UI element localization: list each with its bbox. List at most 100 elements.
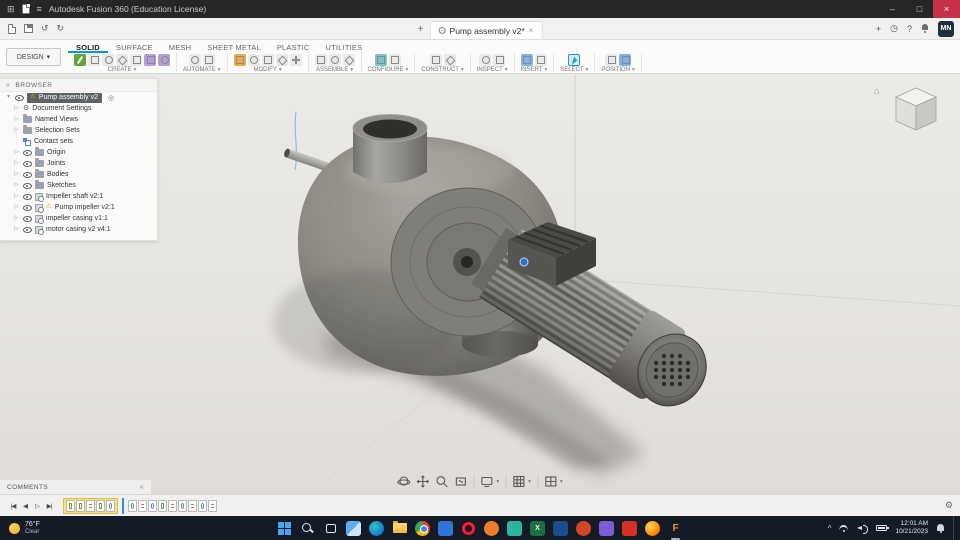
visibility-eye-icon[interactable] xyxy=(23,149,32,156)
display-settings-caret[interactable]: ▾ xyxy=(496,479,499,485)
extensions-icon[interactable]: + xyxy=(876,24,881,34)
position-tool-icon[interactable] xyxy=(605,53,618,66)
shell-tool-icon[interactable] xyxy=(261,53,274,66)
visibility-eye-icon[interactable] xyxy=(23,204,32,211)
show-desktop-sliver[interactable] xyxy=(953,516,955,540)
press-pull-icon[interactable] xyxy=(233,53,246,66)
pan-icon[interactable] xyxy=(416,475,430,488)
menu-icon[interactable]: ≡ xyxy=(37,4,42,14)
construction-plane-icon[interactable] xyxy=(429,53,442,66)
insert-group-label[interactable]: INSERT xyxy=(521,67,543,73)
pinned-app-icon[interactable] xyxy=(484,520,499,536)
tab-utilities[interactable]: UTILITIES xyxy=(318,42,371,53)
browser-item-sketches[interactable]: ▷ Sketches xyxy=(0,180,157,191)
box-tool-icon[interactable] xyxy=(88,53,100,66)
timeline-skip-start-button[interactable]: |◀ xyxy=(7,502,19,510)
view-cube-graphic[interactable] xyxy=(888,84,944,136)
timeline-scrubber[interactable] xyxy=(122,497,124,514)
undo-icon[interactable]: ↺ xyxy=(41,24,49,33)
construction-axis-icon[interactable] xyxy=(443,53,456,66)
file-menu-icon[interactable] xyxy=(8,23,16,34)
tree-expand-icon[interactable]: ▷ xyxy=(13,160,20,167)
browser-item-label[interactable]: Sketches xyxy=(47,182,76,189)
browser-item-bodies[interactable]: ▷ Bodies xyxy=(0,169,157,180)
measure-tool-icon[interactable] xyxy=(479,53,492,66)
app-grid-icon[interactable]: ⊞ xyxy=(7,4,15,14)
browser-item-label[interactable]: Pump impeller v2:1 xyxy=(55,204,115,211)
tree-expand-icon[interactable]: ▷ xyxy=(13,215,20,222)
tree-expand-icon[interactable]: ▷ xyxy=(13,105,20,112)
edge-browser-icon[interactable] xyxy=(369,520,384,536)
new-document-tab-icon[interactable]: + xyxy=(418,24,424,35)
help-icon[interactable]: ? xyxy=(907,24,912,34)
tab-solid[interactable]: SOLID xyxy=(68,42,108,53)
tree-expand-icon[interactable]: ▷ xyxy=(13,171,20,178)
taskbar-clock[interactable]: 12:01 AM 10/21/2023 xyxy=(895,520,928,536)
combine-tool-icon[interactable] xyxy=(275,53,288,66)
timeline-feature[interactable] xyxy=(128,499,137,512)
document-tab[interactable]: Pump assembly v2* × xyxy=(429,21,543,39)
viewports-caret[interactable]: ▾ xyxy=(560,479,563,485)
root-component-label[interactable]: Pump assembly v2 xyxy=(39,94,98,101)
document-tab-close-icon[interactable]: × xyxy=(529,26,534,35)
visibility-eye-icon[interactable] xyxy=(23,171,32,178)
redo-icon[interactable]: ↻ xyxy=(57,24,65,33)
job-status-icon[interactable]: ◷ xyxy=(890,23,898,34)
file-icon[interactable] xyxy=(21,4,30,14)
configuration-tool-icon[interactable] xyxy=(374,53,387,66)
browser-item-label[interactable]: Joints xyxy=(47,160,65,167)
user-avatar[interactable]: MN xyxy=(938,20,954,37)
grid-settings-icon[interactable] xyxy=(512,475,525,488)
volume-icon[interactable] xyxy=(857,524,869,534)
visibility-eye-icon[interactable] xyxy=(23,193,32,200)
tab-plastic[interactable]: PLASTIC xyxy=(269,42,318,53)
minimize-button[interactable]: – xyxy=(879,0,906,18)
timeline-feature[interactable] xyxy=(178,499,187,512)
file-explorer-icon[interactable] xyxy=(392,521,407,536)
browser-item-label[interactable]: Origin xyxy=(47,149,66,156)
save-icon[interactable] xyxy=(24,24,33,33)
browser-item-label[interactable]: Contact sets xyxy=(34,138,73,145)
browser-item-label[interactable]: Bodies xyxy=(47,171,68,178)
taskbar-weather-widget[interactable]: 76°F Clear xyxy=(0,521,49,535)
orbit-icon[interactable] xyxy=(397,475,411,488)
tree-expand-icon[interactable]: ▷ xyxy=(13,127,20,134)
widgets-button[interactable] xyxy=(346,520,361,536)
browser-root-row[interactable]: ▾ ⚠ Pump assembly v2 ◎ xyxy=(0,92,157,103)
select-tool-icon[interactable] xyxy=(568,53,581,66)
grid-settings-caret[interactable]: ▾ xyxy=(528,479,531,485)
capture-position-icon[interactable] xyxy=(619,53,632,66)
insert-derive-icon[interactable] xyxy=(520,53,533,66)
pinned-app-icon[interactable] xyxy=(553,520,568,536)
browser-item-document-settings[interactable]: ▷ ⚙ Document Settings xyxy=(0,103,157,114)
browser-item-named-views[interactable]: ▷ Named Views xyxy=(0,114,157,125)
browser-item-selection-sets[interactable]: ▷ Selection Sets xyxy=(0,125,157,136)
tree-expand-icon[interactable]: ▷ xyxy=(13,149,20,156)
notification-center-icon[interactable] xyxy=(936,523,945,533)
start-button[interactable] xyxy=(277,521,292,536)
browser-collapse-icon[interactable]: « xyxy=(6,82,10,89)
construct-group-label[interactable]: CONSTRUCT xyxy=(421,67,459,73)
tree-expand-icon[interactable]: ▷ xyxy=(13,204,20,211)
visibility-eye-icon[interactable] xyxy=(23,226,32,233)
sphere-tool-icon[interactable] xyxy=(116,53,128,66)
timeline-feature[interactable] xyxy=(148,499,157,512)
browser-item-origin[interactable]: ▷ Origin xyxy=(0,147,157,158)
configure-table-icon[interactable] xyxy=(388,53,401,66)
tree-open-icon[interactable]: ▾ xyxy=(5,94,12,101)
select-group-label[interactable]: SELECT xyxy=(560,67,583,73)
battery-icon[interactable] xyxy=(876,525,890,531)
rigid-group-icon[interactable] xyxy=(342,53,355,66)
new-component-icon[interactable] xyxy=(314,53,327,66)
browser-item-motor-casing[interactable]: ▷ motor casing v2 v4:1 xyxy=(0,224,157,235)
inspect-group-label[interactable]: INSPECT xyxy=(477,67,503,73)
timeline-feature[interactable] xyxy=(66,499,75,512)
tab-mesh[interactable]: MESH xyxy=(161,42,199,53)
browser-item-pump-impeller[interactable]: ▷ ⚠ Pump impeller v2:1 xyxy=(0,202,157,213)
firefox-browser-icon[interactable] xyxy=(645,520,660,536)
fit-icon[interactable] xyxy=(454,475,467,488)
timeline-feature[interactable] xyxy=(138,499,147,512)
browser-item-label[interactable]: motor casing v2 v4:1 xyxy=(46,226,111,233)
create-group-label[interactable]: CREATE xyxy=(108,67,132,73)
visibility-eye-icon[interactable] xyxy=(15,94,24,101)
